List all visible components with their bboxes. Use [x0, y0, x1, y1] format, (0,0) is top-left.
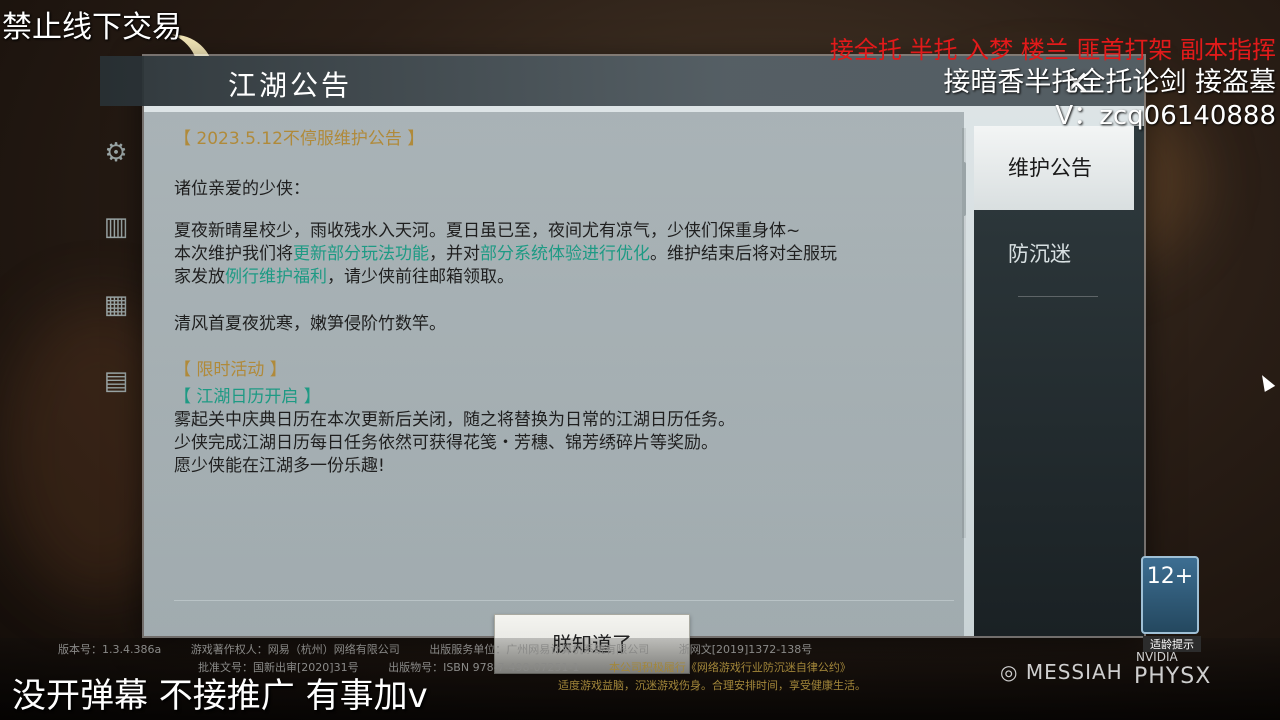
stream-overlay-text: 接暗香半托全托论剑 接盗墓: [943, 67, 1276, 98]
paragraph-line: 夏夜新晴星校少，雨收残水入天河。夏日虽已至，夜间尤有凉气，少侠们保重身体~: [174, 221, 801, 241]
version-text: 版本号：1.3.4.386a: [58, 643, 162, 656]
copyright-text: 游戏著作权人：网易（杭州）网络有限公司: [190, 643, 400, 656]
age-rating: 12+: [1146, 564, 1194, 589]
license-text: 浙网文[2019]1372-138号: [678, 643, 813, 656]
mouse-cursor-icon: [1256, 372, 1276, 392]
scrollbar-thumb[interactable]: [962, 162, 966, 216]
text-span: 。维护结束后将对全服玩: [650, 244, 837, 264]
book-icon[interactable]: ▤: [96, 361, 136, 401]
physx-logo: PHYSX: [1134, 664, 1212, 689]
section-title: 【 限时活动 】: [174, 360, 287, 380]
activity-line: 愿少侠能在江湖多一份乐趣!: [174, 456, 385, 476]
highlight-link[interactable]: 更新部分玩法功能: [293, 244, 429, 264]
announcement-content[interactable]: 【 2023.5.12不停服维护公告 】 诸位亲爱的少侠： 夏夜新晴星校少，雨收…: [144, 112, 966, 674]
text-span: ，请少侠前往邮箱领取。: [327, 267, 514, 287]
stream-overlay-text: 禁止线下交易: [2, 10, 182, 45]
left-icon-rail: ⚙ ▥ ▦ ▤: [88, 55, 144, 615]
greeting: 诸位亲爱的少侠：: [174, 179, 310, 199]
logo-text: MESSIAH: [1025, 660, 1123, 684]
activity-line: 少侠完成江湖日历每日任务依然可获得花笺・芳穗、锦芳绣碎片等奖励。: [174, 433, 718, 453]
highlight-link[interactable]: 例行维护福利: [225, 267, 327, 287]
film-icon[interactable]: ▦: [96, 285, 136, 325]
gear-icon[interactable]: ⚙: [96, 133, 136, 173]
publisher-text: 出版服务单位：广州网易计算机系统有限公司: [429, 643, 650, 656]
page-title: 江湖公告: [228, 69, 353, 102]
scroll-icon[interactable]: ▥: [96, 207, 136, 247]
announcement-text: 【 2023.5.12不停服维护公告 】 诸位亲爱的少侠： 夏夜新晴星校少，雨收…: [174, 128, 954, 478]
highlight-link[interactable]: 部分系统体验进行优化: [480, 244, 650, 264]
announcement-heading: 【 2023.5.12不停服维护公告 】: [174, 129, 425, 149]
nvidia-logo: NVIDIA: [1136, 650, 1178, 664]
messiah-logo: ◎ MESSIAH: [1000, 660, 1123, 684]
health-text: 适度游戏益脑，沉迷游戏伤身。合理安排时间，享受健康生活。: [558, 679, 866, 692]
divider: [1018, 296, 1098, 297]
text-span: 家发放: [174, 267, 225, 287]
divider: [174, 600, 954, 601]
paragraph-line: 本次维护我们将更新部分玩法功能，并对部分系统体验进行优化。维护结束后将对全服玩: [174, 243, 954, 266]
poem-line: 清风首夏夜犹寒，嫩笋侵阶竹数竿。: [174, 314, 446, 334]
tab-list: 维护公告 防沉迷: [974, 126, 1144, 636]
text-span: 本次维护我们将: [174, 244, 293, 264]
paragraph-line: 家发放例行维护福利，请少侠前往邮箱领取。: [174, 266, 954, 289]
age-rating-badge: 12+ 适龄提示: [1141, 556, 1201, 652]
section-subtitle: 【 江湖日历开启 】: [174, 387, 321, 407]
tab-maintenance-notice[interactable]: 维护公告: [974, 126, 1134, 210]
notice-text: 本公司积极履行《网络游戏行业防沉迷自律公约》: [608, 661, 851, 674]
tab-anti-addiction[interactable]: 防沉迷: [974, 212, 1134, 296]
stream-overlay-contact: V：zcq06140888: [1055, 101, 1276, 131]
activity-line: 雾起关中庆典日历在本次更新后关闭，随之将替换为日常的江湖日历任务。: [174, 410, 735, 430]
announcement-panel: 江湖公告 【 2023.5.12不停服维护公告 】 诸位亲爱的少侠： 夏夜新晴星…: [100, 56, 1144, 674]
stream-overlay-text: 没开弹幕 不接推广 有事加v: [12, 676, 428, 716]
text-span: ，并对: [429, 244, 480, 264]
